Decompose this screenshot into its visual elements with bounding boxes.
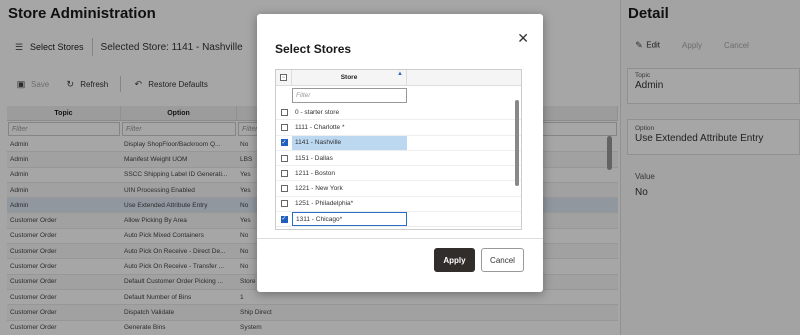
store-name: 1141 - Nashville — [292, 135, 407, 150]
store-filter-row: Filter — [276, 86, 521, 105]
column-header-store[interactable]: Store ▲ — [292, 70, 407, 85]
store-checkbox[interactable] — [280, 154, 288, 162]
store-list-item[interactable]: 1151 - Dallas — [276, 151, 521, 167]
store-name: 1251 - Philadelphia* — [295, 200, 354, 208]
store-name: 1321 - Indianapolis — [292, 227, 407, 229]
store-checkbox[interactable]: ✓ — [280, 139, 288, 147]
store-checkbox[interactable] — [280, 123, 288, 131]
store-list-item[interactable]: 1321 - Indianapolis — [276, 227, 521, 229]
dialog-footer-divider — [257, 238, 543, 239]
store-checkbox[interactable] — [280, 200, 288, 208]
store-checkbox[interactable]: ✓ — [280, 215, 288, 223]
store-checkbox[interactable] — [280, 185, 288, 193]
store-list-item[interactable]: 1211 - Boston — [276, 166, 521, 182]
store-list-item[interactable]: 0 - starter store — [276, 105, 521, 121]
apply-button[interactable]: Apply — [434, 248, 475, 272]
store-name: 0 - starter store — [295, 108, 340, 116]
store-name: 1151 - Dallas — [295, 154, 333, 162]
store-list-item[interactable]: ✓ 1141 - Nashville — [276, 135, 521, 151]
store-name: 1221 - New York — [295, 185, 343, 193]
store-list-item[interactable]: ✓ 1311 - Chicago* — [276, 212, 521, 228]
store-filter-input[interactable]: Filter — [292, 88, 407, 103]
store-name: 1111 - Charlotte * — [295, 123, 345, 131]
dialog-title: Select Stores — [275, 42, 352, 56]
store-list-item[interactable]: 1251 - Philadelphia* — [276, 197, 521, 213]
store-list-body: 0 - starter store 1111 - Charlotte * ✓ 1141… — [276, 105, 521, 229]
store-list-item[interactable]: 1221 - New York — [276, 181, 521, 197]
store-list-scrollbar[interactable] — [515, 100, 519, 186]
store-checkbox[interactable] — [280, 169, 288, 177]
store-list-header: − Store ▲ — [276, 70, 521, 86]
store-column-label: Store — [340, 74, 358, 81]
select-all-checkbox[interactable]: − — [276, 70, 292, 85]
store-list: − Store ▲ Filter 0 - starter store 1111 -… — [275, 69, 522, 230]
store-list-item[interactable]: 1111 - Charlotte * — [276, 120, 521, 136]
close-icon[interactable]: ✕ — [517, 30, 529, 47]
store-name: 1311 - Chicago* — [292, 212, 407, 227]
store-name: 1211 - Boston — [295, 169, 335, 177]
sort-ascending-icon: ▲ — [397, 71, 403, 77]
cancel-button[interactable]: Cancel — [481, 248, 524, 272]
store-checkbox[interactable] — [280, 108, 288, 116]
select-stores-dialog: Select Stores ✕ − Store ▲ Filter 0 - sta… — [257, 14, 543, 292]
